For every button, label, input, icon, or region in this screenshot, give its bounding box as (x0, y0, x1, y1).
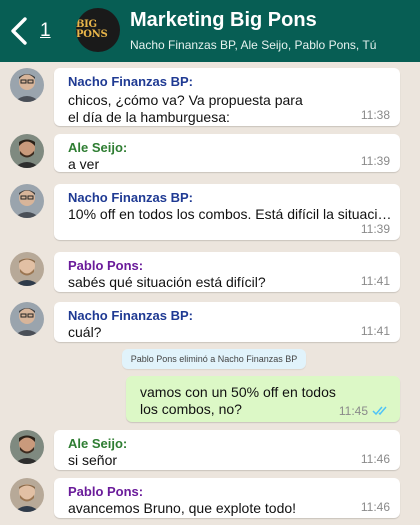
avatar-ale[interactable] (10, 134, 44, 168)
message-time: 11:46 (360, 500, 390, 514)
person-nacho-icon (10, 184, 44, 218)
back-arrow-icon (11, 17, 27, 45)
avatar-nacho[interactable] (10, 184, 44, 218)
message-text: si señor (68, 452, 118, 468)
group-logo-text: BIG PONS (76, 19, 108, 40)
message-bubble[interactable]: Pablo Pons: avancemos Bruno, que explote… (54, 478, 400, 518)
person-ale-icon (10, 134, 44, 168)
message-time: 11:41 (360, 274, 390, 288)
message-sender: Pablo Pons: (68, 258, 144, 273)
avatar-pablo[interactable] (10, 252, 44, 286)
group-members[interactable]: Nacho Finanzas BP, Ale Seijo, Pablo Pons… (130, 38, 376, 52)
message-text: a ver (68, 156, 100, 172)
message-time: 11:38 (360, 108, 390, 122)
message-text: 10% off en todos los combos. Está difíci… (68, 206, 394, 222)
message-sender: Ale Seijo: (68, 436, 128, 451)
chat-header: 1 BIG PONS Marketing Big Pons Nacho Fina… (0, 0, 420, 62)
message-text: chicos, ¿cómo va? Va propuesta para (68, 92, 303, 108)
message-text: los combos, no? (140, 401, 242, 417)
message-sender: Pablo Pons: (68, 484, 144, 499)
message-time: 11:41 (360, 324, 390, 338)
avatar-pablo[interactable] (10, 478, 44, 512)
message-bubble[interactable]: Nacho Finanzas BP: chicos, ¿cómo va? Va … (54, 68, 400, 126)
message-time: 11:39 (360, 154, 390, 168)
group-avatar[interactable]: BIG PONS (76, 8, 120, 52)
chat-area: Nacho Finanzas BP: chicos, ¿cómo va? Va … (0, 62, 420, 525)
message-time: 11:46 (360, 452, 390, 466)
person-ale-icon (10, 430, 44, 464)
outgoing-message-bubble[interactable]: vamos con un 50% off en todos los combos… (126, 376, 400, 422)
back-button[interactable]: 1 (8, 12, 58, 50)
message-bubble[interactable]: Ale Seijo: a ver 11:39 (54, 134, 400, 172)
message-sender: Ale Seijo: (68, 140, 128, 155)
avatar-nacho[interactable] (10, 302, 44, 336)
message-text: avancemos Bruno, que explote todo! (68, 500, 297, 516)
message-time: 11:39 (360, 222, 390, 236)
avatar-nacho[interactable] (10, 68, 44, 102)
person-nacho-icon (10, 68, 44, 102)
person-pablo-icon (10, 252, 44, 286)
message-bubble[interactable]: Ale Seijo: si señor 11:46 (54, 430, 400, 470)
message-text: el día de la hamburguesa: (68, 109, 230, 125)
message-sender: Nacho Finanzas BP: (68, 190, 193, 205)
message-sender: Nacho Finanzas BP: (68, 74, 193, 89)
avatar-ale[interactable] (10, 430, 44, 464)
message-bubble[interactable]: Nacho Finanzas BP: cuál? 11:41 (54, 302, 400, 342)
message-sender: Nacho Finanzas BP: (68, 308, 193, 323)
message-text: sabés qué situación está difícil? (68, 274, 266, 290)
message-bubble[interactable]: Pablo Pons: sabés qué situación está dif… (54, 252, 400, 292)
message-text: cuál? (68, 324, 102, 340)
system-message: Pablo Pons eliminó a Nacho Finanzas BP (122, 349, 306, 369)
group-title[interactable]: Marketing Big Pons (130, 9, 317, 32)
message-time: 11:45 (338, 404, 368, 418)
unread-count: 1 (40, 20, 51, 41)
person-pablo-icon (10, 478, 44, 512)
person-nacho-icon (10, 302, 44, 336)
double-check-read-icon (372, 406, 387, 416)
message-text: vamos con un 50% off en todos (140, 384, 336, 400)
message-bubble[interactable]: Nacho Finanzas BP: 10% off en todos los … (54, 184, 400, 240)
